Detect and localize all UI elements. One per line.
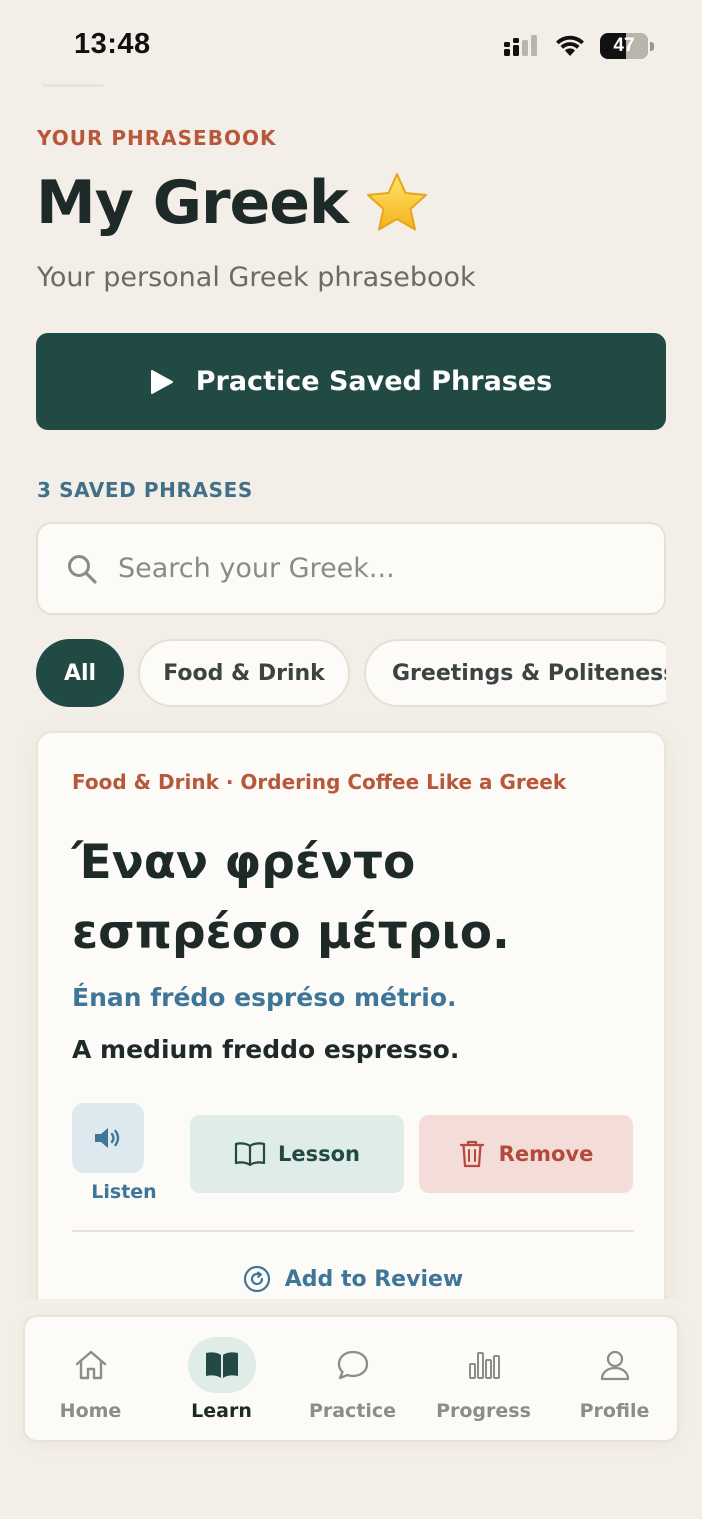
status-time: 13:48 [74,28,151,60]
tab-progress[interactable]: Progress [418,1317,549,1444]
phrase-greek: Έναν φρέντο εσπρέσο μέτριο. [72,835,510,960]
search-icon [68,554,97,584]
person-icon [600,1350,629,1381]
add-to-review-label: Add to Review [284,1266,464,1292]
tab-profile-icon-wrap [581,1337,649,1393]
page-subtitle: Your personal Greek phrasebook [37,262,476,293]
refresh-circle-icon [243,1265,270,1293]
phrase-category: Food & Drink · Ordering Coffee Like a Gr… [72,770,567,794]
page-eyebrow: YOUR PHRASEBOOK [37,126,277,150]
tab-practice-icon-wrap [319,1337,387,1393]
tab-home-icon-wrap [57,1337,125,1393]
phrase-transliteration: Énan frédo espréso métrio. [72,983,457,1012]
page-title: My Greek [36,168,430,238]
battery-indicator: 47 [600,33,648,59]
tab-profile[interactable]: Profile [549,1317,680,1444]
trash-icon [459,1140,484,1168]
phrase-card: Food & Drink · Ordering Coffee Like a Gr… [36,731,666,1371]
play-icon [150,369,173,394]
bottom-tab-bar: Home Learn Practice Progress Profile [23,1315,679,1442]
search-input[interactable] [118,553,598,584]
status-bar: 13:48 47 [0,0,702,90]
filter-chip-greetings-politeness[interactable]: Greetings & Politeness [364,639,666,707]
tab-home[interactable]: Home [25,1317,156,1444]
cellular-signal-icon [504,35,537,56]
saved-count-label: 3 SAVED PHRASES [37,478,253,502]
speaker-icon [95,1128,120,1148]
lesson-label: Lesson [277,1142,360,1166]
star-icon [366,173,427,231]
tab-progress-label: Progress [436,1400,531,1422]
remove-button[interactable]: Remove [419,1115,633,1193]
chat-bubble-icon [337,1350,368,1380]
filter-chip-food-drink[interactable]: Food & Drink [138,639,350,707]
listen-button-tile[interactable] [72,1103,144,1173]
tab-progress-icon-wrap [450,1337,518,1393]
listen-button[interactable]: Listen [72,1103,157,1203]
practice-button-label: Practice Saved Phrases [195,366,553,397]
phrase-translation: A medium freddo espresso. [72,1035,460,1064]
tab-learn[interactable]: Learn [156,1317,287,1444]
card-divider [72,1230,634,1232]
home-icon [75,1350,106,1380]
listen-label: Listen [91,1181,157,1203]
bar-chart-icon [468,1352,500,1379]
practice-saved-phrases-button[interactable]: Practice Saved Phrases [36,333,666,430]
remove-label: Remove [498,1142,594,1166]
filter-chip-all[interactable]: All [36,639,124,707]
category-filter-row: All Food & Drink Greetings & Politeness [36,639,666,709]
lesson-button[interactable]: Lesson [190,1115,404,1193]
page-title-text: My Greek [36,168,349,238]
search-box[interactable] [36,522,666,615]
tab-practice[interactable]: Practice [287,1317,418,1444]
tab-profile-label: Profile [579,1400,650,1422]
scroll-indicator [42,84,104,87]
tab-practice-label: Practice [308,1400,397,1422]
tab-learn-icon-wrap [187,1337,256,1393]
tab-home-label: Home [59,1400,122,1422]
status-indicators: 47 [504,33,654,59]
open-book-icon [234,1142,266,1167]
tab-learn-label: Learn [191,1400,252,1422]
book-icon [205,1352,238,1378]
add-to-review-button[interactable]: Add to Review [38,1265,668,1293]
wifi-icon [556,35,584,56]
